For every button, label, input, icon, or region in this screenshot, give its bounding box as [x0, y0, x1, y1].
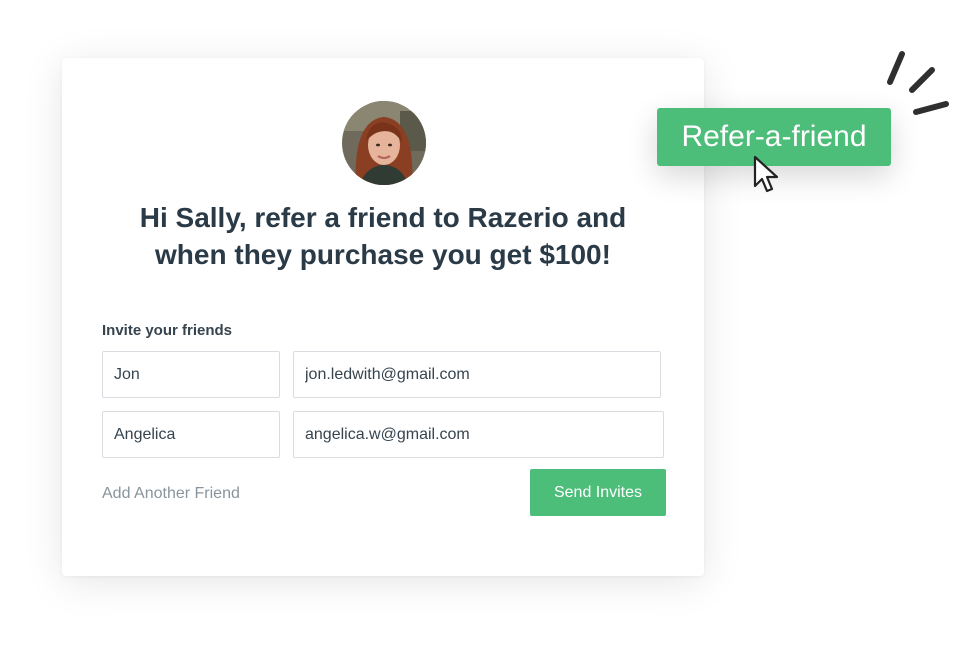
add-another-friend-link[interactable]: Add Another Friend — [102, 485, 240, 503]
referral-card: Hi Sally, refer a friend to Razerio and … — [62, 58, 704, 576]
friend-name-input[interactable] — [102, 351, 280, 398]
headline-line-2: when they purchase you get $100! — [155, 239, 611, 270]
avatar — [342, 101, 426, 185]
pointer-cursor-icon — [753, 155, 779, 193]
headline-line-1: Hi Sally, refer a friend to Razerio and — [139, 202, 627, 233]
avatar-photo — [342, 101, 426, 185]
headline: Hi Sally, refer a friend to Razerio and … — [62, 199, 704, 273]
friend-email-input[interactable] — [293, 351, 661, 398]
send-invites-button[interactable]: Send Invites — [530, 469, 666, 516]
friend-email-input[interactable] — [293, 411, 664, 458]
friend-name-input[interactable] — [102, 411, 280, 458]
invite-section-label: Invite your friends — [102, 322, 233, 339]
burst-lines-icon — [887, 51, 949, 115]
